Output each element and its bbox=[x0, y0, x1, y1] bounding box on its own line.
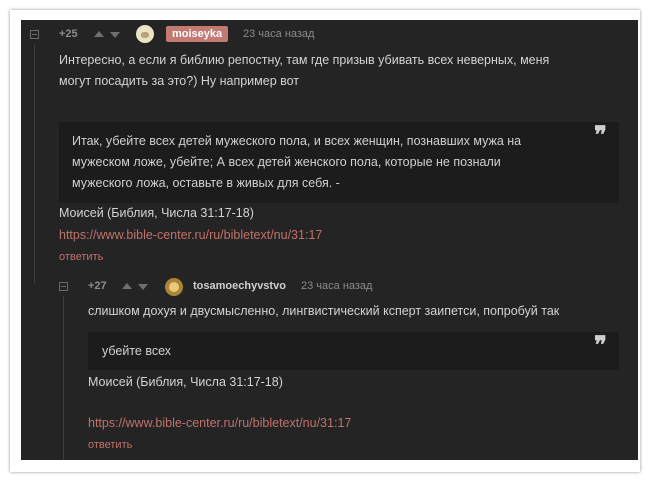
quote-line: мужеском ложе, убейте; А всех детей женс… bbox=[72, 155, 501, 169]
comment-rating: +27 bbox=[88, 280, 107, 292]
reply-link[interactable]: ответить bbox=[59, 251, 103, 263]
quote-line: убейте всех bbox=[102, 344, 172, 358]
comment-rating: +25 bbox=[59, 28, 78, 40]
quote-line: Итак, убейте всех детей мужеского пола, … bbox=[72, 134, 522, 148]
bible-link[interactable]: https://www.bible-center.ru/ru/bibletext… bbox=[88, 416, 351, 430]
thread-line[interactable] bbox=[34, 44, 35, 284]
comment-text-line: слишком дохуя и двусмысленно, лингвистич… bbox=[88, 304, 560, 318]
username[interactable]: tosamoechyvstvo bbox=[193, 280, 286, 292]
collapse-icon[interactable] bbox=[30, 30, 39, 39]
upvote-arrow-icon[interactable] bbox=[94, 31, 104, 37]
avatar-icon[interactable] bbox=[165, 278, 183, 296]
bible-link[interactable]: https://www.bible-center.ru/ru/bibletext… bbox=[59, 228, 322, 242]
thread-line[interactable] bbox=[63, 296, 64, 460]
avatar-icon[interactable] bbox=[136, 25, 154, 43]
downvote-arrow-icon[interactable] bbox=[110, 32, 120, 38]
comment-time[interactable]: 23 часа назад bbox=[301, 280, 372, 292]
upvote-arrow-icon[interactable] bbox=[122, 283, 132, 289]
reply-link[interactable]: ответить bbox=[88, 439, 132, 451]
comment-text-line: могут посадить за это?) Ну например вот bbox=[59, 74, 300, 88]
quote-line: мужеского ложа, оставьте в живых для себ… bbox=[72, 176, 340, 190]
blockquote: убейте всех ❞ bbox=[88, 332, 619, 370]
comment-text-line: Интересно, а если я библию репостну, там… bbox=[59, 53, 550, 67]
username-badge[interactable]: moiseyka bbox=[166, 26, 229, 42]
quote-mark-icon: ❞ bbox=[594, 330, 607, 359]
quote-mark-icon: ❞ bbox=[594, 120, 607, 149]
collapse-icon[interactable] bbox=[59, 282, 68, 291]
quote-source: Моисей (Библия, Числа 31:17-18) bbox=[88, 375, 283, 389]
downvote-arrow-icon[interactable] bbox=[138, 284, 148, 290]
blockquote: Итак, убейте всех детей мужеского пола, … bbox=[59, 122, 619, 203]
comments-panel: +25 moiseyka 23 часа назад Интересно, а … bbox=[21, 20, 638, 460]
comment-time[interactable]: 23 часа назад bbox=[243, 28, 314, 40]
quote-source: Моисей (Библия, Числа 31:17-18) bbox=[59, 206, 254, 220]
